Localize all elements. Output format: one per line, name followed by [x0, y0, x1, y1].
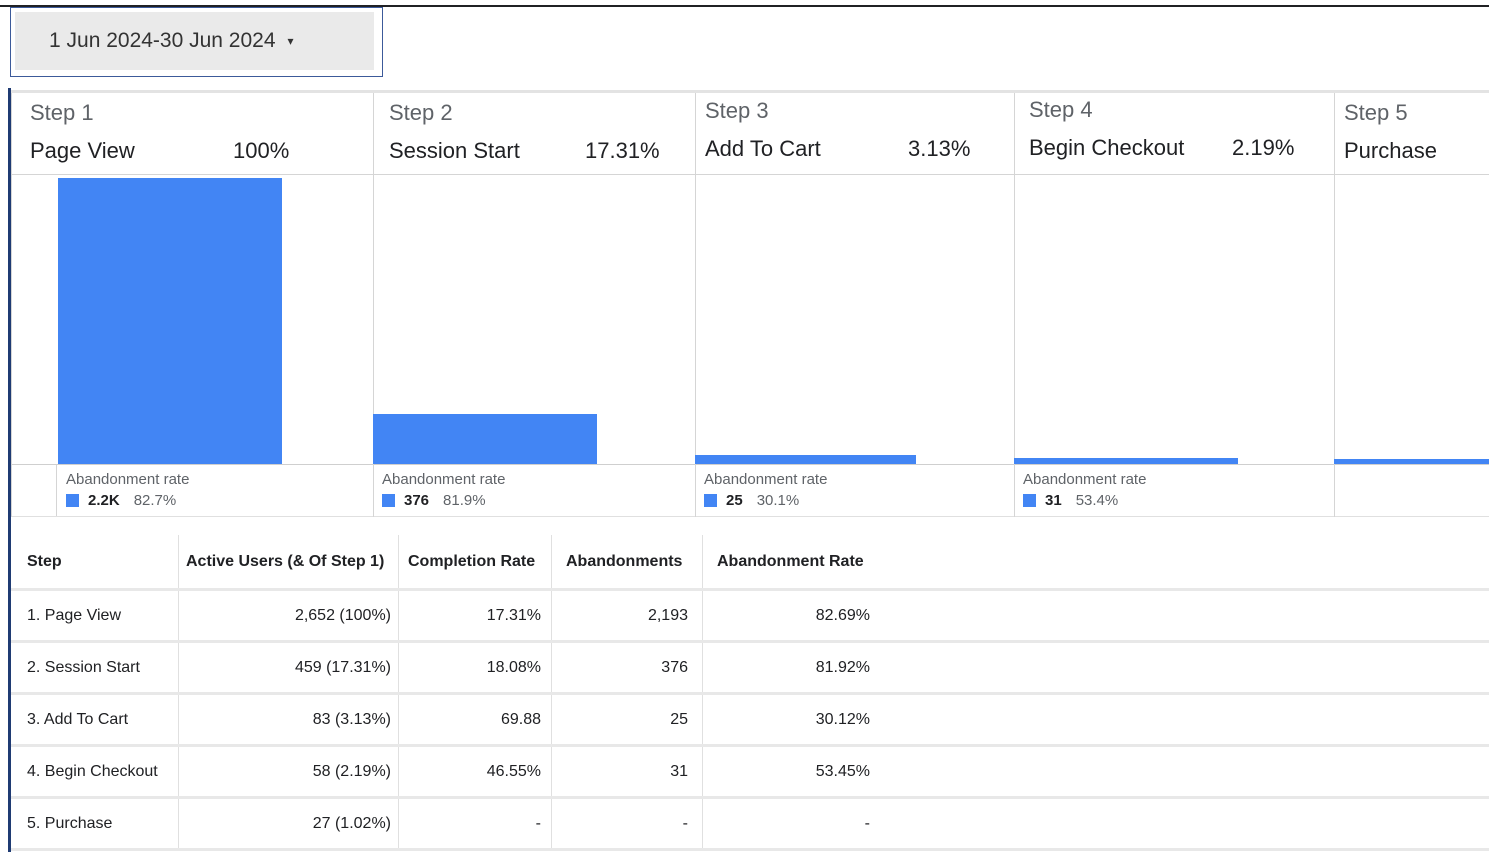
funnel-step-header: Step 3 Add To Cart [705, 98, 821, 162]
step-number-label: Step 1 [30, 100, 94, 125]
step-name-label: Begin Checkout [1029, 135, 1185, 160]
table-cell: 69.88 [398, 695, 551, 744]
step-number-label: Step 4 [1029, 97, 1093, 122]
funnel-column-divider [56, 465, 57, 516]
table-cell: - [551, 799, 702, 848]
funnel-bar[interactable] [695, 455, 916, 464]
funnel-chart: Step 1 Page View 100% Abandonment rate 2.2K 8… [11, 90, 1489, 518]
table-cell: - [702, 799, 870, 848]
table-cell: 25 [551, 695, 702, 744]
table-column-header[interactable]: Active Users (& Of Step 1) [178, 535, 398, 588]
funnel-bar[interactable] [1334, 459, 1489, 464]
abandonment-title: Abandonment rate [66, 471, 190, 488]
abandonment-title: Abandonment rate [382, 471, 506, 488]
abandonment-rate: 82.7% [133, 492, 177, 509]
chevron-down-icon: ▾ [287, 34, 294, 48]
table-row: 4. Begin Checkout 58 (2.19%) 46.55% 31 53.45… [11, 747, 1489, 799]
funnel-top-border [11, 90, 1489, 93]
funnel-header-divider [11, 174, 1489, 175]
step-name-label: Purchase [1344, 138, 1437, 163]
legend-swatch [66, 494, 79, 507]
table-cell: 2,652 (100%) [178, 591, 398, 640]
table-cell: 58 (2.19%) [178, 747, 398, 796]
date-range-button[interactable]: 1 Jun 2024-30 Jun 2024 ▾ [15, 12, 374, 70]
abandonment-count: 2.2K [88, 492, 120, 509]
table-column-header[interactable]: Abandonment Rate [702, 535, 870, 588]
funnel-step-header: Step 2 Session Start [389, 100, 520, 164]
funnel-column-divider [695, 93, 696, 517]
table-cell: 459 (17.31%) [178, 643, 398, 692]
abandonment-summary: Abandonment rate 2.2K 82.7% [66, 471, 189, 509]
funnel-bar[interactable] [1014, 458, 1238, 464]
funnel-step-header: Step 1 Page View [30, 100, 135, 164]
funnel-step-header: Step 4 Begin Checkout [1029, 97, 1184, 161]
legend-swatch [704, 494, 717, 507]
table-cell: 27 (1.02%) [178, 799, 398, 848]
funnel-table: Step Active Users (& Of Step 1) Completion… [11, 535, 1489, 851]
step-percentage-label: 2.19% [1232, 135, 1295, 160]
legend-swatch [382, 494, 395, 507]
table-cell: 5. Purchase [27, 814, 113, 832]
table-cell: 17.31% [398, 591, 551, 640]
table-cell: 82.69% [702, 591, 870, 640]
funnel-baseline [11, 464, 1489, 465]
abandonment-rate: 53.4% [1075, 492, 1119, 509]
step-percentage-label: 3.13% [908, 136, 971, 161]
abandonment-title: Abandonment rate [1023, 471, 1147, 488]
table-cell: 31 [551, 747, 702, 796]
abandonment-count: 31 [1045, 492, 1062, 509]
step-number-label: Step 5 [1344, 100, 1408, 125]
funnel-bar[interactable] [373, 414, 597, 464]
step-name-label: Session Start [389, 138, 520, 163]
abandonment-summary: Abandonment rate 31 53.4% [1023, 471, 1146, 509]
abandonment-summary: Abandonment rate 25 30.1% [704, 471, 827, 509]
funnel-bar[interactable] [58, 178, 282, 464]
abandonment-count: 25 [726, 492, 743, 509]
funnel-bottom-divider [11, 516, 1489, 517]
date-range-label: 1 Jun 2024-30 Jun 2024 [49, 29, 276, 52]
step-number-label: Step 2 [389, 100, 453, 125]
table-row: 3. Add To Cart 83 (3.13%) 69.88 25 30.12% [11, 695, 1489, 747]
table-cell: 4. Begin Checkout [27, 762, 158, 780]
abandonment-summary: Abandonment rate 376 81.9% [382, 471, 505, 509]
table-cell: 1. Page View [27, 606, 121, 624]
table-cell: 30.12% [702, 695, 870, 744]
table-cell: 3. Add To Cart [27, 710, 129, 728]
funnel-column-divider [1334, 93, 1335, 517]
table-row: 1. Page View 2,652 (100%) 17.31% 2,193 82.69… [11, 591, 1489, 643]
funnel-column-divider [1014, 93, 1015, 517]
table-cell: 81.92% [702, 643, 870, 692]
abandonment-title: Abandonment rate [704, 471, 828, 488]
abandonment-count: 376 [404, 492, 430, 509]
table-header-row: Step Active Users (& Of Step 1) Completion… [11, 535, 1489, 591]
abandonment-rate: 81.9% [443, 492, 486, 509]
abandonment-rate: 30.1% [756, 492, 800, 509]
table-column-header[interactable]: Completion Rate [398, 535, 551, 588]
table-cell: 2,193 [551, 591, 702, 640]
legend-swatch [1023, 494, 1036, 507]
table-cell: 18.08% [398, 643, 551, 692]
table-column-header[interactable]: Step [27, 535, 177, 588]
funnel-step-header: Step 5 Purchase [1344, 100, 1437, 164]
step-name-label: Page View [30, 138, 135, 163]
funnel-column-divider [11, 93, 12, 517]
table-cell: 376 [551, 643, 702, 692]
step-name-label: Add To Cart [705, 136, 821, 161]
step-number-label: Step 3 [705, 98, 769, 123]
table-cell: 46.55% [398, 747, 551, 796]
table-cell: - [398, 799, 551, 848]
step-percentage-label: 100% [233, 138, 290, 163]
table-row: 5. Purchase 27 (1.02%) - - - [11, 799, 1489, 851]
table-cell: 83 (3.13%) [178, 695, 398, 744]
table-cell: 2. Session Start [27, 658, 140, 676]
date-range-picker[interactable]: 1 Jun 2024-30 Jun 2024 ▾ [10, 7, 383, 77]
table-column-header[interactable]: Abandonments [551, 535, 702, 588]
table-row: 2. Session Start 459 (17.31%) 18.08% 376 81.… [11, 643, 1489, 695]
table-cell: 53.45% [702, 747, 870, 796]
step-percentage-label: 17.31% [585, 138, 660, 163]
